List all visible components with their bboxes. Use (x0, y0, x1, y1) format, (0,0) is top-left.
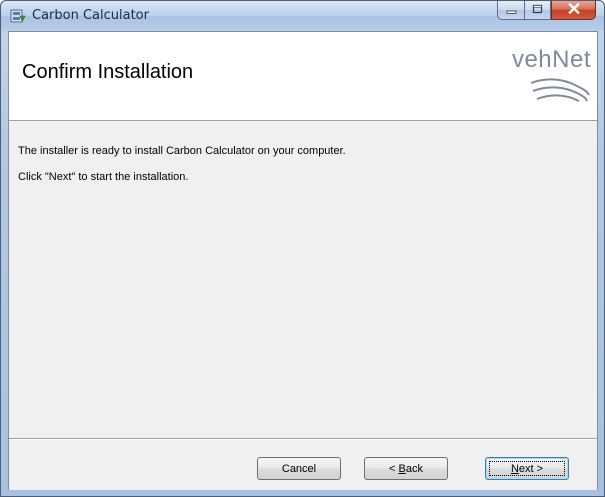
maximize-button[interactable] (524, 1, 551, 20)
cancel-button[interactable]: Cancel (257, 457, 341, 480)
maximize-icon (532, 1, 543, 19)
content-panel: The installer is ready to install Carbon… (9, 121, 597, 439)
title-bar[interactable]: Carbon Calculator (1, 1, 604, 31)
minimize-button[interactable] (497, 1, 524, 20)
close-icon (567, 1, 580, 19)
minimize-icon (506, 1, 517, 19)
window-title: Carbon Calculator (32, 8, 149, 23)
back-prefix: < (389, 462, 399, 475)
next-button[interactable]: Next > (485, 457, 569, 480)
ready-message: The installer is ready to install Carbon… (18, 145, 346, 157)
back-accelerator: B (398, 462, 406, 475)
back-rest: ack (405, 462, 423, 475)
page-title: Confirm Installation (22, 61, 194, 83)
instruction-message: Click "Next" to start the installation. (18, 171, 189, 183)
header-banner: Confirm Installation vehNet (9, 32, 597, 121)
back-label: < Back (389, 463, 423, 475)
back-button[interactable]: < Back (364, 457, 448, 480)
close-button[interactable] (551, 1, 596, 20)
logo-text: vehNet (511, 46, 591, 73)
cancel-label: Cancel (281, 462, 317, 475)
focus-rectangle (489, 461, 565, 476)
caption-buttons (497, 1, 596, 21)
wave-logo-icon (529, 77, 591, 110)
vehnet-logo: vehNet (459, 47, 591, 107)
button-bar: Cancel < Back Next > (9, 439, 597, 490)
installer-window: Carbon Calculator Confirm Installation v… (0, 0, 605, 497)
dialog-client-area: Confirm Installation vehNet The installe… (8, 31, 598, 490)
installer-icon (10, 8, 26, 24)
